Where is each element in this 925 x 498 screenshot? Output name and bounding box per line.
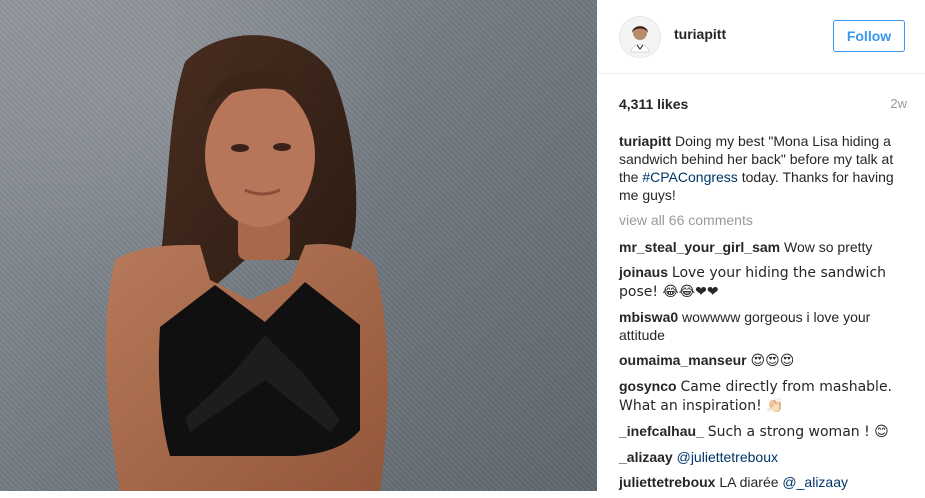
- comment-username[interactable]: mr_steal_your_girl_sam: [619, 239, 780, 255]
- post-timestamp[interactable]: 2w: [890, 96, 907, 111]
- comment-item: juliettetreboux LA diarée @_alizaay: [619, 473, 909, 491]
- caption-username[interactable]: turiapitt: [619, 133, 671, 149]
- comment-text: Such a strong woman ! 😊: [707, 424, 889, 440]
- profile-photo-icon: [620, 17, 660, 57]
- comment-item: joinaus Love your hiding the sandwich po…: [619, 263, 909, 301]
- caption-hashtag[interactable]: #CPACongress: [642, 169, 737, 185]
- comment-item: mr_steal_your_girl_sam Wow so pretty: [619, 238, 909, 256]
- post-photo-illustration: [105, 35, 388, 491]
- likes-count[interactable]: 4,311 likes: [619, 96, 688, 112]
- comment-item: mbiswa0 wowwww gorgeous i love your atti…: [619, 308, 909, 344]
- caption: turiapitt Doing my best "Mona Lisa hidin…: [619, 132, 909, 204]
- comment-mention[interactable]: @_alizaay: [782, 474, 848, 490]
- comment-item: oumaima_manseur 😍😍😍: [619, 351, 909, 370]
- comment-username[interactable]: mbiswa0: [619, 309, 678, 325]
- comment-username[interactable]: _inefcalhau_: [619, 423, 704, 439]
- comment-mention[interactable]: @juliettetreboux: [677, 449, 778, 465]
- follow-button[interactable]: Follow: [833, 20, 905, 52]
- comment-username[interactable]: juliettetreboux: [619, 474, 715, 490]
- comment-text: Wow so pretty: [783, 239, 873, 255]
- post-sidebar: turiapitt Follow 4,311 likes 2w turiapit…: [597, 0, 925, 491]
- comment-item: _inefcalhau_ Such a strong woman ! 😊: [619, 422, 909, 441]
- post-author-username[interactable]: turiapitt: [674, 26, 726, 42]
- comment-item: gosynco Came directly from mashable. Wha…: [619, 377, 909, 415]
- instagram-post: turiapitt Follow 4,311 likes 2w turiapit…: [0, 0, 925, 491]
- comment-text: LA diarée: [719, 474, 783, 490]
- comment-text: 😍😍😍: [750, 353, 795, 369]
- comment-username[interactable]: _alizaay: [619, 449, 673, 465]
- post-photo[interactable]: [0, 0, 597, 491]
- avatar[interactable]: [619, 16, 661, 58]
- post-header: turiapitt Follow: [597, 0, 925, 74]
- comment-username[interactable]: joinaus: [619, 264, 668, 280]
- comment-list: turiapitt Doing my best "Mona Lisa hidin…: [619, 132, 909, 498]
- comment-username[interactable]: gosynco: [619, 378, 677, 394]
- comment-username[interactable]: oumaima_manseur: [619, 352, 747, 368]
- view-all-comments-link[interactable]: view all 66 comments: [619, 211, 909, 229]
- comment-item: _alizaay @juliettetreboux: [619, 448, 909, 466]
